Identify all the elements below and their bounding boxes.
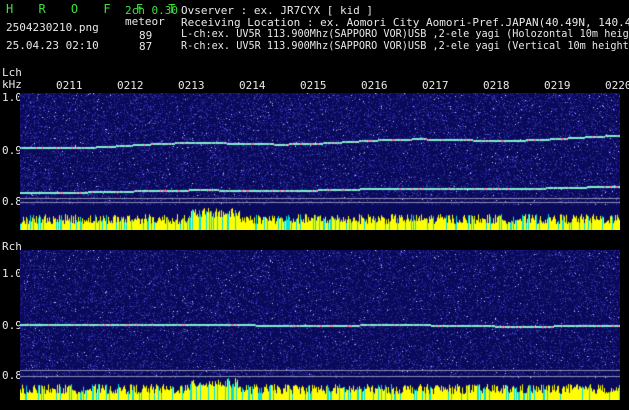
lch-spectrogram: [20, 93, 620, 230]
time-tick: 0219: [544, 79, 571, 92]
rch-ytick-1: 1.0: [2, 267, 22, 280]
filename-label: 2504230210.png: [6, 21, 99, 34]
rch-spectrogram: [20, 250, 620, 400]
time-tick: 0218: [483, 79, 510, 92]
time-tick: 0214: [239, 79, 266, 92]
time-tick: 0217: [422, 79, 449, 92]
time-tick: 0220: [605, 79, 629, 92]
mode-label: meteor: [125, 15, 165, 28]
lch-info-line: L-ch:ex. UV5R 113.900Mhz(SAPPORO VOR)USB…: [181, 29, 629, 40]
rch-count: 87: [139, 40, 153, 53]
time-tick: 0216: [361, 79, 388, 92]
lch-ytick-2: 0.9: [2, 144, 22, 157]
lch-ytick-3: 0.8: [2, 195, 22, 208]
time-tick: 0213: [178, 79, 205, 92]
lch-ytick-1: 1.0: [2, 91, 22, 104]
time-tick: 0215: [300, 79, 327, 92]
time-tick: 0212: [117, 79, 144, 92]
rch-ytick-2: 0.9: [2, 319, 22, 332]
location-line: Receiving Location : ex. Aomori City Aom…: [181, 16, 629, 29]
rch-label: Rch: [2, 240, 22, 253]
time-tick: 0211: [56, 79, 83, 92]
lch-unit: kHz: [2, 78, 22, 91]
rch-ytick-3: 0.8: [2, 369, 22, 382]
datetime-label: 25.04.23 02:10: [6, 39, 99, 52]
rch-info-line: R-ch:ex. UV5R 113.900Mhz(SAPPORO VOR)USB…: [181, 41, 629, 52]
